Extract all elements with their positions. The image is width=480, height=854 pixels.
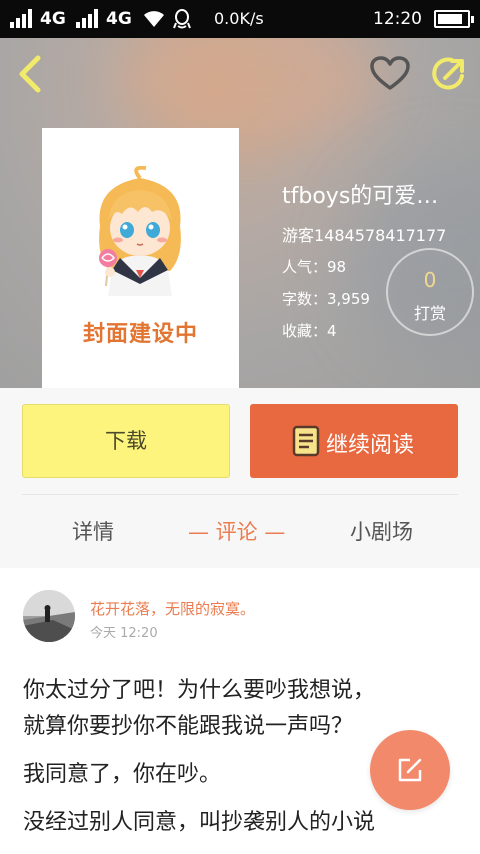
network-speed: 0.0K/s [214, 9, 264, 28]
book-cover[interactable]: 封面建设中 [42, 128, 239, 390]
comment-text-line: 就算你要抄你不能跟我说一声吗？ [23, 714, 354, 739]
book-author[interactable]: 游客1484578417177 [282, 222, 446, 246]
signal-icon [10, 8, 32, 28]
book-word-count: 字数：3,959 [282, 290, 370, 308]
tab-mini-theater[interactable]: 小剧场 [350, 516, 413, 546]
comment-text-line: 没经过别人同意，叫抄袭别人的小说 [23, 810, 376, 835]
comment-timestamp: 今天 12:20 [90, 626, 158, 641]
avatar-photo [23, 590, 75, 642]
continue-reading-button[interactable]: 继续阅读 [250, 404, 458, 478]
continue-reading-label: 继续阅读 [326, 433, 415, 458]
battery-icon [434, 10, 474, 28]
download-button[interactable]: 下载 [22, 404, 230, 478]
book-title: tfboys的可爱… [282, 184, 439, 209]
status-bar: 4G 4G 0.0K/s 12:20 [0, 0, 480, 38]
network-type-2: 4G [106, 9, 132, 29]
book-popularity: 人气：98 [282, 258, 347, 276]
network-type-1: 4G [40, 9, 66, 29]
avatar[interactable] [23, 590, 75, 642]
tip-label: 打赏 [413, 304, 446, 323]
tip-button[interactable]: 0 打赏 [386, 248, 474, 336]
heart-icon[interactable] [370, 56, 410, 92]
tab-details[interactable]: 详情 [72, 516, 114, 546]
signal-icon-2 [76, 8, 98, 28]
share-icon[interactable] [430, 54, 470, 94]
edit-icon [398, 758, 422, 782]
book-favorites: 收藏：4 [282, 322, 337, 340]
wifi-icon [144, 11, 164, 27]
action-bar: 下载 继续阅读 [0, 388, 480, 494]
comment-text-line: 我同意了，你在吵。 [23, 762, 222, 787]
clock: 12:20 [373, 9, 422, 29]
book-icon [292, 425, 320, 457]
cover-caption: 封面建设中 [82, 322, 198, 347]
tab-bar: 详情 — 评论 — 小剧场 [0, 494, 480, 568]
write-comment-button[interactable] [370, 730, 450, 810]
tab-comments[interactable]: — 评论 — [188, 516, 285, 546]
divider [22, 494, 458, 495]
tip-count: 0 [423, 268, 437, 292]
qq-icon [173, 9, 191, 29]
comment-text-line: 你太过分了吧！为什么要吵我想说， [23, 678, 376, 703]
anime-girl-illustration [99, 166, 181, 296]
back-icon[interactable] [12, 52, 48, 96]
comment-list: 花开花落，无限的寂寞。 今天 12:20 你太过分了吧！为什么要吵我想说， 就算… [0, 568, 480, 854]
comment-username[interactable]: 花开花落，无限的寂寞。 [90, 598, 255, 619]
